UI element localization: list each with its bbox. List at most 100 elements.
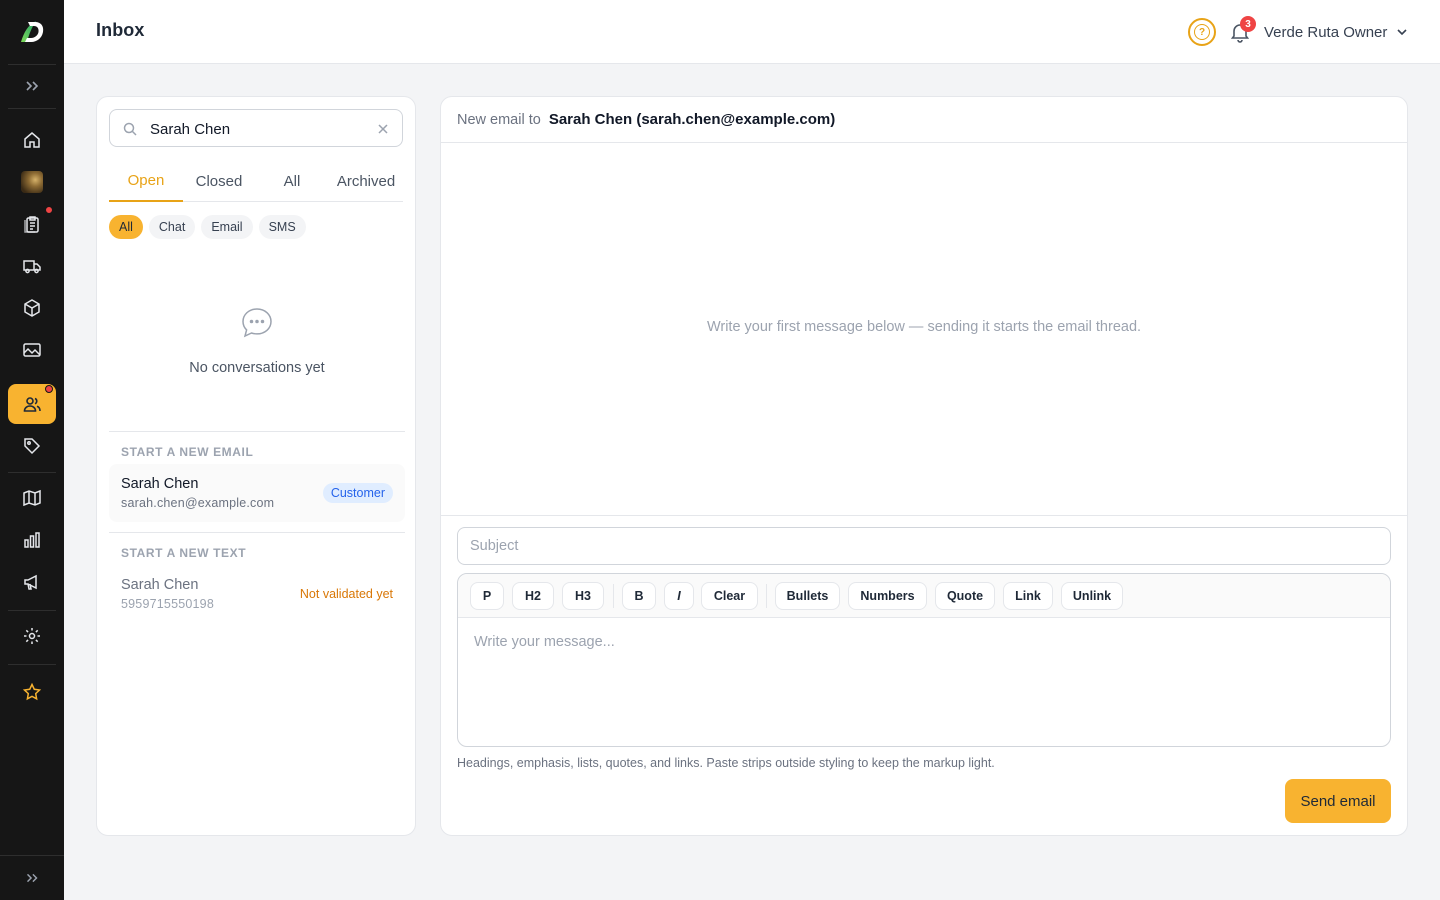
empty-state-text: No conversations yet — [189, 360, 325, 376]
quote-button[interactable]: Quote — [935, 582, 995, 610]
notification-count-badge: 3 — [1240, 16, 1256, 32]
new-text-section-label: START A NEW TEXT — [121, 546, 247, 560]
sidebar-item-tags[interactable] — [8, 426, 56, 466]
megaphone-icon — [24, 574, 37, 590]
editor-help-text: Headings, emphasis, lists, quotes, and l… — [457, 756, 995, 770]
conversation-search — [109, 109, 403, 147]
user-menu[interactable]: Verde Ruta Owner — [1264, 22, 1409, 42]
filter-email[interactable]: Email — [201, 215, 253, 239]
sidebar-item-delivery[interactable] — [8, 246, 56, 286]
toolbar-divider — [766, 584, 767, 608]
page-title: Inbox — [96, 20, 145, 40]
composer-divider — [441, 515, 1407, 516]
recipient-value: Sarah Chen (sarah.chen@example.com) — [548, 111, 836, 128]
help-button[interactable]: ? — [1188, 18, 1216, 46]
sidebar-item-analytics[interactable] — [8, 520, 56, 560]
photo-thumbnail — [21, 171, 43, 193]
tab-closed[interactable]: Closed — [183, 161, 255, 202]
email-composer-panel: New email to Sarah Chen (sarah.chen@exam… — [440, 96, 1408, 836]
sidebar-divider — [8, 610, 56, 611]
double-chevron-right-icon — [26, 81, 39, 91]
empty-state: No conversations yet — [97, 305, 417, 376]
bullets-button[interactable]: Bullets — [775, 582, 840, 610]
sidebar-divider — [8, 64, 56, 65]
contact-name: Sarah Chen — [121, 577, 199, 593]
sidebar-item-settings[interactable] — [8, 616, 56, 656]
italic-button[interactable]: I — [664, 582, 694, 610]
tag-icon — [24, 438, 41, 455]
sidebar-item-media[interactable] — [8, 330, 56, 370]
sidebar-divider — [8, 664, 56, 665]
sidebar-item-home[interactable] — [8, 120, 56, 160]
home-icon — [24, 132, 40, 148]
message-body-placeholder[interactable]: Write your message... — [474, 634, 615, 650]
new-text-contact[interactable]: Sarah Chen 5959715550198 Not validated y… — [109, 565, 405, 623]
image-icon — [23, 343, 41, 357]
format-h2-button[interactable]: H2 — [512, 582, 554, 610]
bar-chart-icon — [24, 532, 40, 548]
double-chevron-right-icon — [26, 873, 38, 883]
message-editor: P H2 H3 B I Clear Bullets Numbers Quote … — [457, 573, 1391, 747]
search-icon — [123, 122, 137, 136]
thread-empty-hint: Write your first message below — sending… — [706, 319, 1142, 335]
chevron-down-icon — [1397, 29, 1407, 36]
brand-d-logo-icon — [21, 21, 44, 42]
channel-filters: All Chat Email SMS — [109, 215, 306, 239]
subject-input[interactable] — [457, 527, 1391, 565]
send-email-button[interactable]: Send email — [1285, 779, 1391, 823]
clipboard-icon — [24, 216, 39, 233]
box-icon — [24, 299, 40, 317]
section-divider — [109, 532, 405, 533]
new-email-contact[interactable]: Sarah Chen sarah.chen@example.com Custom… — [109, 464, 405, 522]
filter-chat[interactable]: Chat — [148, 215, 196, 239]
map-icon — [23, 489, 41, 507]
sidebar-expand-button[interactable] — [8, 66, 56, 106]
sidebar-item-favorites[interactable] — [8, 672, 56, 712]
conversation-status-tabs: Open Closed All Archived — [109, 161, 403, 202]
user-name: Verde Ruta Owner — [1264, 23, 1388, 41]
recipient-label: New email to — [457, 111, 541, 128]
gear-icon — [24, 628, 40, 644]
format-h3-button[interactable]: H3 — [562, 582, 604, 610]
search-input[interactable] — [150, 118, 370, 140]
conversation-list-panel: Open Closed All Archived All Chat Email … — [96, 96, 416, 836]
filter-sms[interactable]: SMS — [258, 215, 306, 239]
customer-badge: Customer — [322, 483, 393, 503]
top-header: Inbox ? 3 Verde Ruta Owner — [64, 0, 1440, 64]
tab-open[interactable]: Open — [109, 161, 183, 202]
notification-dot — [45, 206, 53, 214]
brand-logo[interactable] — [0, 0, 64, 64]
filter-all[interactable]: All — [109, 215, 143, 239]
format-paragraph-button[interactable]: P — [470, 582, 504, 610]
bold-button[interactable]: B — [622, 582, 656, 610]
contact-phone: 5959715550198 — [121, 597, 214, 611]
new-email-section-label: START A NEW EMAIL — [121, 445, 254, 459]
sidebar-divider — [8, 108, 56, 109]
link-button[interactable]: Link — [1003, 582, 1053, 610]
chat-bubble-icon — [242, 308, 272, 338]
formatting-toolbar: P H2 H3 B I Clear Bullets Numbers Quote … — [458, 574, 1390, 618]
tab-all[interactable]: All — [255, 161, 329, 202]
clear-search-icon[interactable] — [376, 122, 390, 136]
composer-header: New email to Sarah Chen (sarah.chen@exam… — [441, 97, 1407, 143]
truck-icon — [23, 260, 41, 274]
star-icon — [22, 682, 42, 701]
validation-status: Not validated yet — [299, 587, 393, 601]
sidebar-item-map[interactable] — [8, 478, 56, 518]
toolbar-divider — [613, 584, 614, 608]
unlink-button[interactable]: Unlink — [1061, 582, 1123, 610]
section-divider — [109, 431, 405, 432]
numbers-button[interactable]: Numbers — [848, 582, 927, 610]
sidebar-item-marketing[interactable] — [8, 562, 56, 602]
sidebar-item-photo[interactable] — [8, 162, 56, 202]
sidebar-nav — [0, 0, 64, 900]
contact-name: Sarah Chen — [121, 476, 199, 492]
contact-email: sarah.chen@example.com — [121, 496, 275, 510]
sidebar-item-products[interactable] — [8, 288, 56, 328]
sidebar-collapse-toggle[interactable] — [0, 855, 64, 900]
tab-archived[interactable]: Archived — [329, 161, 403, 202]
question-mark-icon: ? — [1194, 24, 1210, 40]
clear-format-button[interactable]: Clear — [701, 582, 758, 610]
notification-dot — [45, 385, 53, 393]
sidebar-divider — [8, 472, 56, 473]
